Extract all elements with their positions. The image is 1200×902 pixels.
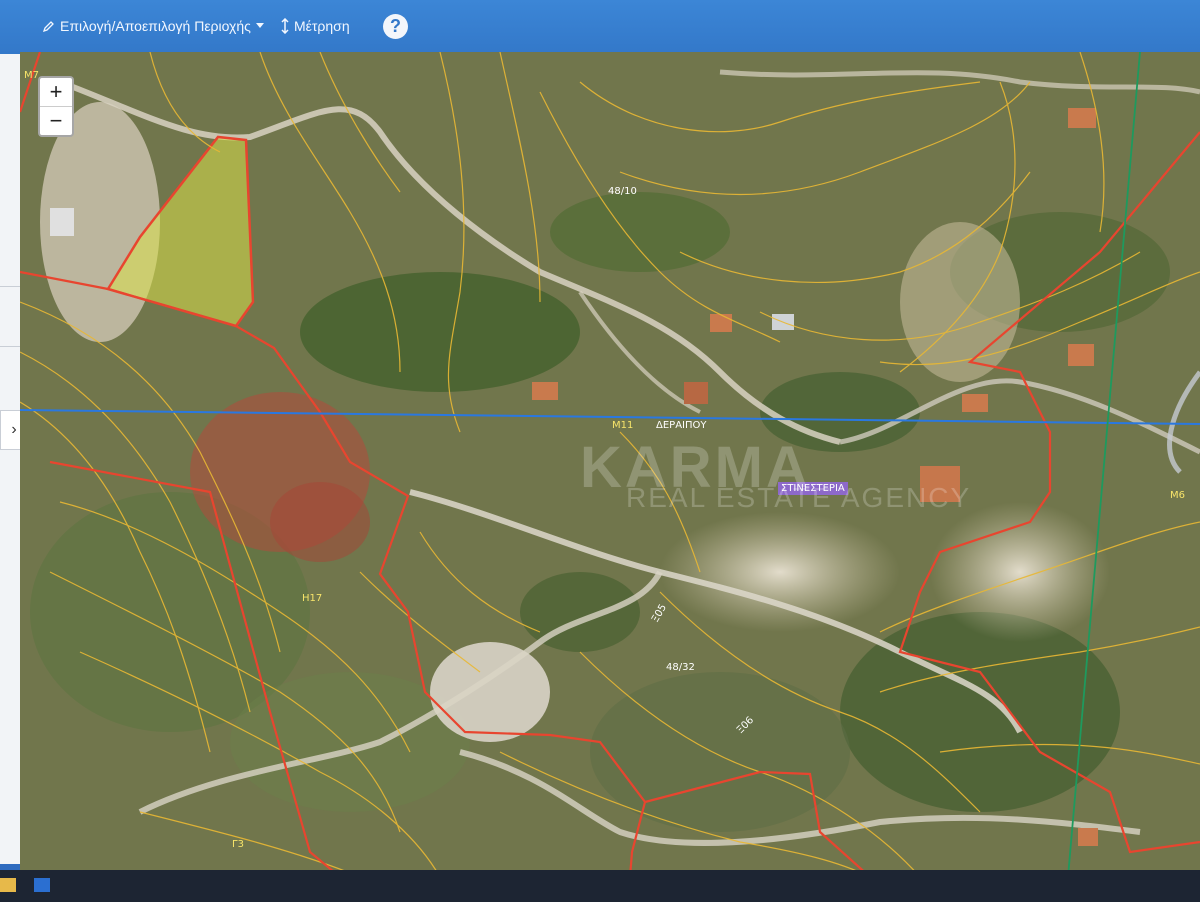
select-area-button[interactable]: Επιλογή/Αποεπιλογή Περιοχής: [42, 18, 264, 34]
sheet-label-n17: Η17: [302, 593, 323, 604]
select-area-label: Επιλογή/Αποεπιλογή Περιοχής: [60, 18, 251, 34]
measure-arrows-icon: [281, 18, 289, 34]
taskbar: [0, 870, 1200, 902]
measure-label: Μέτρηση: [294, 18, 350, 34]
folder-icon[interactable]: [0, 878, 16, 892]
caret-down-icon: [255, 23, 264, 29]
zoom-out-button[interactable]: −: [40, 106, 72, 135]
pencil-icon: [42, 20, 55, 33]
parcel-label-4810: 48/10: [608, 186, 637, 197]
watermark-subtitle: REAL ESTATE AGENCY: [626, 482, 972, 513]
outlook-icon[interactable]: [34, 878, 50, 892]
parcel-label-4832: 48/32: [666, 662, 695, 673]
sheet-label-m6: M6: [1170, 490, 1185, 501]
sheet-label-m11: M11: [612, 420, 634, 431]
measure-button[interactable]: Μέτρηση: [281, 18, 350, 34]
village-label: ΔΕΡΑΙΠΟΥ: [656, 420, 707, 431]
zoom-in-button[interactable]: +: [40, 78, 72, 106]
map-toolbar: Επιλογή/Αποεπιλογή Περιοχής Μέτρηση ?: [0, 0, 1200, 54]
zoom-control: + −: [38, 76, 74, 137]
help-icon[interactable]: ?: [383, 14, 408, 39]
sheet-label-r13: Γ3: [232, 839, 244, 850]
sheet-label-m7: M7: [24, 70, 39, 81]
map-view[interactable]: + − M7 M6 M11 Η17 Γ3 48/10 48/32 ΔΕΡΑΙΠΟ…: [20, 52, 1200, 877]
